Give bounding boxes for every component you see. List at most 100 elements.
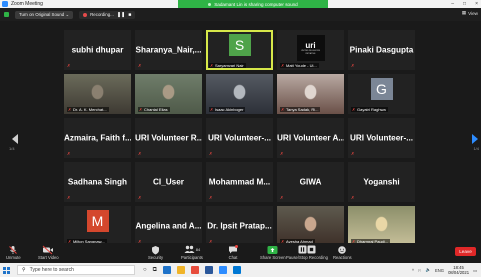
network-icon[interactable]: ⚐ xyxy=(418,268,422,273)
share-banner[interactable]: Sadamant Lin is sharing computer sound xyxy=(178,0,328,8)
participant-tile[interactable]: Yoganshi ✗ xyxy=(348,162,415,202)
share-screen-icon xyxy=(267,244,278,255)
avatar-initial: M xyxy=(86,210,109,232)
chrome-browser-icon[interactable] xyxy=(190,266,199,274)
zoom-app-icon[interactable] xyxy=(218,266,227,274)
share-screen-button[interactable]: Share Screen xyxy=(260,244,286,260)
volume-icon[interactable]: 🔈 xyxy=(426,267,431,273)
muted-mic-icon: ✗ xyxy=(281,63,285,68)
notifications-icon[interactable]: ▭ xyxy=(473,268,477,273)
muted-mic-icon: ✗ xyxy=(67,195,71,200)
participant-tile[interactable]: URI Volunteer A... ✗ xyxy=(277,118,344,158)
unmute-button[interactable]: Unmute xyxy=(6,244,21,260)
participant-name: Chantal Elias xyxy=(144,107,168,112)
minimize-button[interactable]: – xyxy=(451,0,454,8)
cortana-circle-icon[interactable]: ○ xyxy=(143,267,147,273)
security-button[interactable]: Security xyxy=(148,244,163,260)
view-button[interactable]: ▦ View xyxy=(462,10,478,16)
clock-date: 08/04/2021 xyxy=(448,270,470,275)
avatar-initial: G xyxy=(370,78,393,100)
participant-tile[interactable]: Azmaira, Faith f... ✗ xyxy=(64,118,131,158)
participant-tile[interactable]: subhi dhupar ✗ xyxy=(64,30,131,70)
stop-recording-icon[interactable]: ■ xyxy=(128,12,131,18)
word-app-icon[interactable] xyxy=(204,266,213,274)
muted-mic-icon: ✗ xyxy=(138,195,142,200)
participant-tile[interactable]: GIWA ✗ xyxy=(277,162,344,202)
participant-tile[interactable]: Mohammad M... ✗ xyxy=(206,162,273,202)
next-page-arrow-icon[interactable] xyxy=(472,134,478,144)
windows-start-icon[interactable] xyxy=(3,266,10,274)
original-sound-button[interactable]: Turn on Original Sound ⌄ xyxy=(15,10,74,19)
search-placeholder: Type here to search xyxy=(29,267,74,273)
edge-browser-icon[interactable] xyxy=(162,266,171,274)
reactions-button[interactable]: Reactions xyxy=(333,244,352,260)
participant-tile[interactable]: G ✗ Gayatri Raghwa xyxy=(348,74,415,114)
pause-stop-recording-button[interactable]: Pause/Stop Recording xyxy=(286,244,328,260)
participant-name: Dr. A. K. Merchat... xyxy=(73,107,107,112)
show-hidden-icons-icon[interactable]: ^ xyxy=(412,268,414,273)
participant-name-label: ✗ Dr. A. K. Merchat... xyxy=(67,107,109,112)
participant-tile[interactable]: Dr. Ipsit Pratap... ✗ xyxy=(206,206,273,246)
muted-mic-icon: ✗ xyxy=(280,195,284,200)
security-label: Security xyxy=(148,255,164,260)
muted-mic-icon: ✗ xyxy=(138,63,142,68)
muted-mic-icon: ✗ xyxy=(209,195,213,200)
participant-name: Matt Youde - Ui... xyxy=(286,63,317,68)
participant-tile[interactable]: ✗ Isaac Akinboger xyxy=(206,74,273,114)
chat-label: Chat xyxy=(228,255,238,260)
start-video-button[interactable]: Start Video xyxy=(38,244,59,260)
participant-tile[interactable]: ✗ Dr. A. K. Merchat... xyxy=(64,74,131,114)
participant-tile[interactable]: Pinaki Dasgupta ✗ xyxy=(348,30,415,70)
system-tray: ^ ⚐ 🔈 ENG 18:45 08/04/2021 ▭ xyxy=(412,263,477,277)
participant-tile[interactable]: Sharanya_Nair,... ✗ xyxy=(135,30,202,70)
muted-mic-icon: ✗ xyxy=(209,151,213,156)
participant-tile[interactable]: Sadhana Singh ✗ xyxy=(64,162,131,202)
participant-tile[interactable]: ✗ Ayesha Ahmad xyxy=(277,206,344,246)
participant-name: Pinaki Dasgupta xyxy=(349,45,414,55)
participant-tile[interactable]: ✗ Dharmraj Paudi... xyxy=(348,206,415,246)
start-video-label: Start Video xyxy=(38,255,59,260)
leave-button[interactable]: Leave xyxy=(455,247,476,256)
taskbar-search-input[interactable]: ⚲ Type here to search xyxy=(17,265,135,275)
system-clock[interactable]: 18:45 08/04/2021 xyxy=(448,265,469,275)
search-icon: ⚲ xyxy=(22,267,26,273)
pause-stop-icon xyxy=(298,244,316,255)
view-label: View xyxy=(468,10,478,16)
file-explorer-icon[interactable] xyxy=(176,266,185,274)
task-view-icon[interactable]: ⧉ xyxy=(153,267,157,274)
participant-name: GIWA xyxy=(299,177,322,187)
muted-mic-icon: ✗ xyxy=(351,151,355,156)
participants-button[interactable]: 84 Participants xyxy=(181,244,203,260)
language-indicator[interactable]: ENG xyxy=(435,268,444,273)
participant-tile[interactable]: S ✗ Saryamvari Nair xyxy=(206,30,273,70)
window-titlebar: Zoom Meeting Sadamant Lin is sharing com… xyxy=(0,0,481,8)
muted-mic-icon xyxy=(8,244,18,255)
participant-tile[interactable]: URI Volunteer R... ✗ xyxy=(135,118,202,158)
participant-name-label: ✗ Gayatri Raghwa xyxy=(351,107,388,112)
chat-button[interactable]: Chat xyxy=(228,244,238,260)
participant-name: Sadhana Singh xyxy=(67,177,128,187)
participant-tile[interactable]: uri UNITED RELIGIONS INITIATIVE ✗ Matt Youd… xyxy=(277,30,344,70)
muted-mic-icon: ✗ xyxy=(280,151,284,156)
participants-label: Participants xyxy=(181,255,203,260)
window-controls: – □ × xyxy=(451,0,478,8)
previous-page-arrow-icon[interactable] xyxy=(12,134,18,144)
maximize-button[interactable]: □ xyxy=(463,0,466,8)
taskbar-apps: ○ ⧉ xyxy=(143,266,241,274)
close-button[interactable]: × xyxy=(475,0,478,8)
participant-name: Azmaira, Faith f... xyxy=(64,133,131,143)
encryption-shield-icon[interactable] xyxy=(4,12,9,17)
participant-tile[interactable]: Angelina and A... ✗ xyxy=(135,206,202,246)
mail-app-icon[interactable] xyxy=(232,266,241,274)
participant-name: URI Volunteer R... xyxy=(135,133,202,143)
participant-tile[interactable]: CI_User ✗ xyxy=(135,162,202,202)
participant-tile[interactable]: URI Volunteer-... ✗ xyxy=(206,118,273,158)
pause-recording-icon[interactable]: ❚❚ xyxy=(117,12,125,18)
participant-tile[interactable]: ✗ Chantal Elias xyxy=(135,74,202,114)
participant-gallery: subhi dhupar ✗ Sharanya_Nair,... ✗ S ✗ Saryamv… xyxy=(64,30,419,254)
participant-tile[interactable]: URI Volunteer-... ✗ xyxy=(348,118,415,158)
recording-indicator: Recording... ❚❚ ■ xyxy=(79,10,136,19)
participant-tile[interactable]: M ✗ Milton Sangnaw... xyxy=(64,206,131,246)
participant-tile[interactable]: ✗ Tanya Sadak, Ri... xyxy=(277,74,344,114)
page-indicator-right: 1/4 xyxy=(473,146,479,151)
